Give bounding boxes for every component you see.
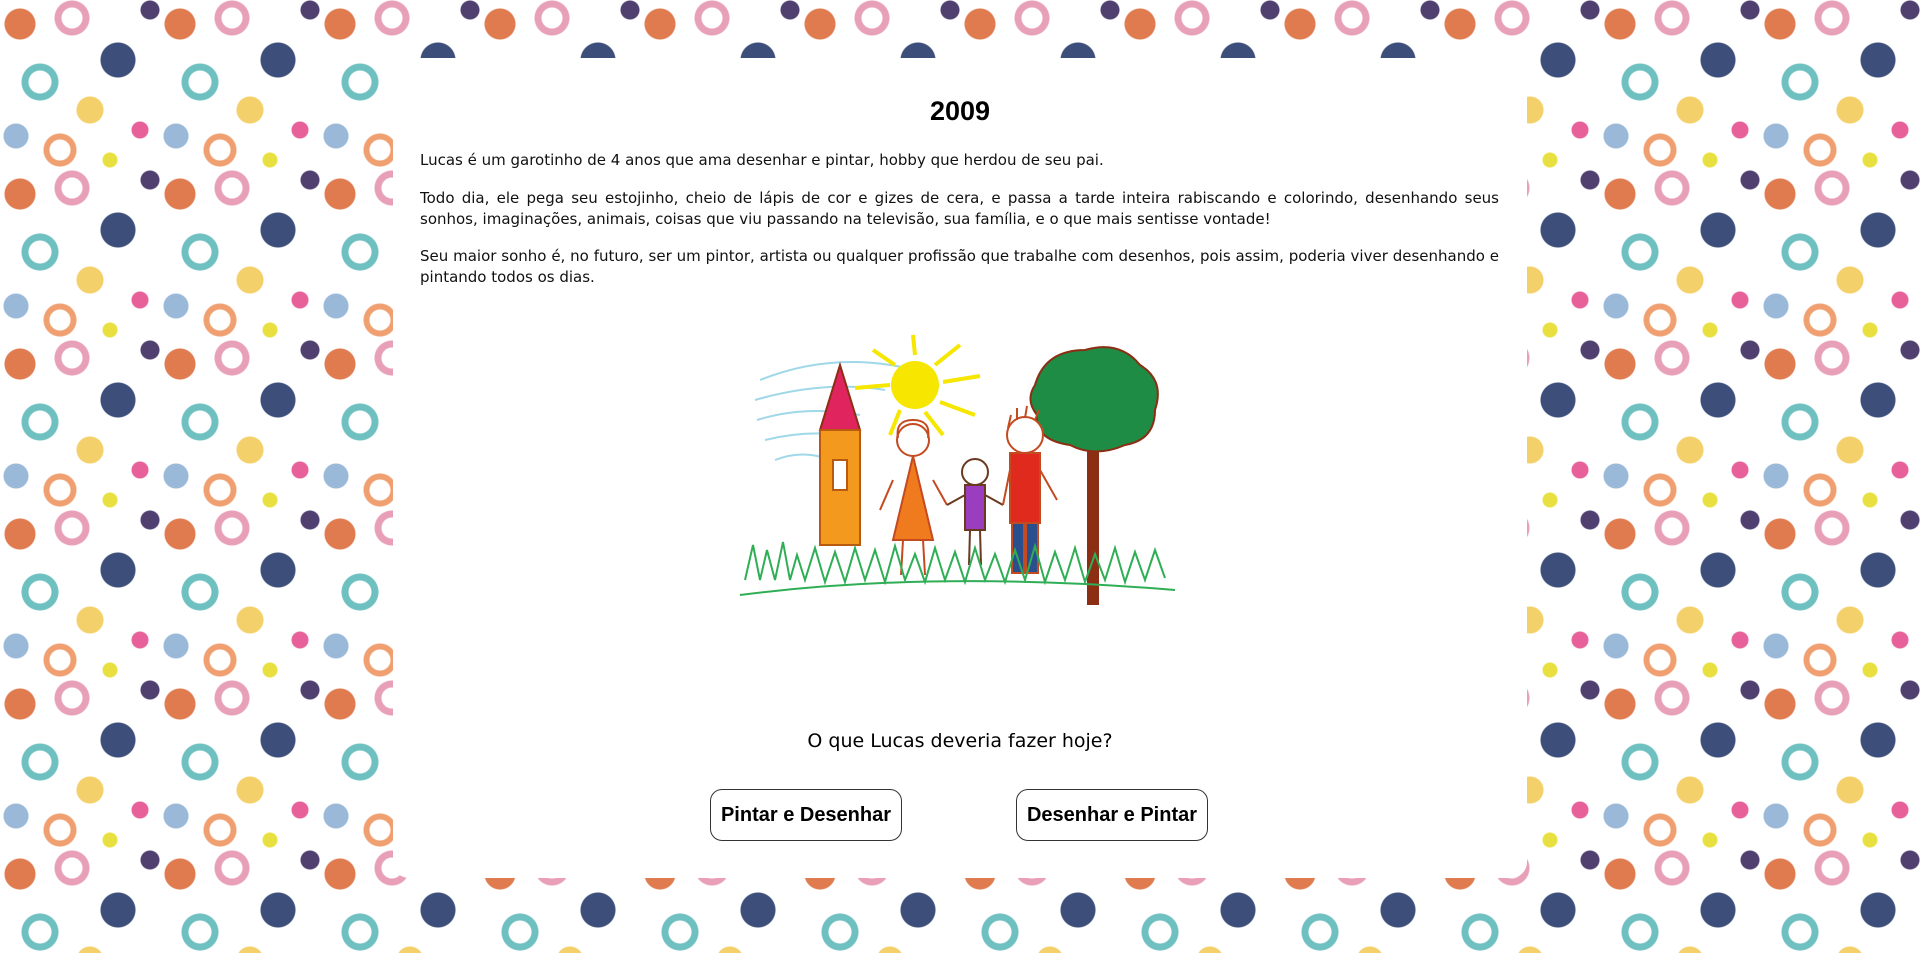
desenhar-e-pintar-button[interactable]: Desenhar e Pintar <box>1016 789 1208 841</box>
grass-shape <box>739 541 1176 596</box>
child-drawing-image <box>739 334 1176 605</box>
story-paragraph-2: Todo dia, ele pega seu estojinho, cheio … <box>420 189 1499 228</box>
question-text: O que Lucas deveria fazer hoje? <box>807 730 1113 752</box>
page-title: 2009 <box>929 96 991 126</box>
story-card: 2009 Lucas é um garotinho de 4 anos que … <box>393 58 1527 878</box>
house-shape <box>818 361 862 546</box>
pintar-e-desenhar-button[interactable]: Pintar e Desenhar <box>710 789 902 841</box>
story-paragraph-1: Lucas é um garotinho de 4 anos que ama d… <box>420 151 1104 169</box>
story-paragraph-3: Seu maior sonho é, no futuro, ser um pin… <box>420 247 1499 286</box>
